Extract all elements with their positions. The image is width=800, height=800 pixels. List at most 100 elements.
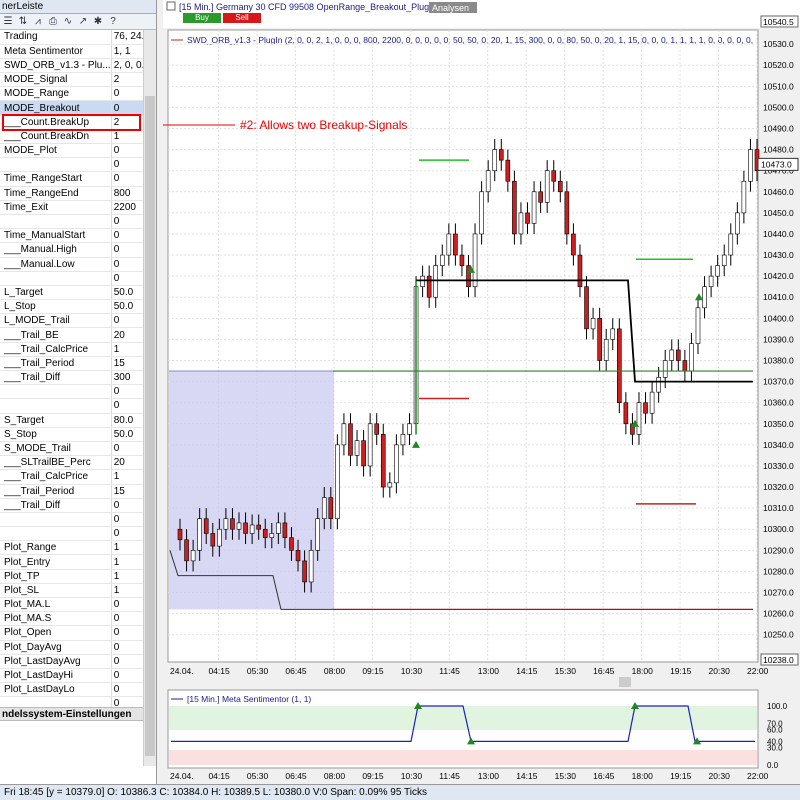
property-row[interactable]: Plot_MA.S 0 (0, 611, 150, 627)
property-row[interactable]: Plot_MA.L 0 (0, 597, 150, 613)
property-row[interactable]: Time_ManualStart 0 (0, 228, 150, 244)
sell-button[interactable]: Sell (223, 13, 261, 23)
property-row[interactable]: Plot_LastDayLo 0 (0, 682, 150, 698)
property-row[interactable]: Plot_TP 1 (0, 569, 150, 584)
property-row[interactable]: ___Trail_Period 15 (0, 484, 150, 499)
property-row[interactable]: ___SLTrailBE_Perc 20 (0, 455, 150, 471)
sub-y-label: 60.0 (767, 726, 783, 735)
property-row[interactable]: MODE_Plot 0 (0, 143, 150, 159)
property-row[interactable]: S_Stop 50.0 (0, 427, 150, 442)
candle-body (728, 233, 734, 256)
candle-body (420, 275, 425, 287)
price-label: 10270.0 (763, 588, 794, 598)
sort-icon[interactable]: ⇅ (17, 16, 29, 28)
sub-time-label: 05:30 (247, 771, 269, 781)
candle-body (341, 423, 347, 446)
property-row[interactable]: 0 (0, 512, 150, 528)
property-name: Plot_MA.S (0, 611, 112, 627)
property-row[interactable]: 0 (0, 526, 150, 542)
property-grid: Trading 76, 24... Meta Sentimentor 1, 1 SWD_… (0, 30, 150, 712)
sub-time-label: 24.04. (170, 771, 194, 781)
annotation-text: #2: Allows two Breakup-Signals (240, 118, 408, 132)
candle-body (243, 522, 248, 534)
candle-body (282, 522, 288, 538)
property-row[interactable]: ___Trail_Period 15 (0, 356, 150, 372)
property-name: ___Trail_Diff (0, 498, 112, 513)
property-row[interactable]: ___Trail_CalcPrice 1 (0, 469, 150, 485)
candle-body (610, 328, 616, 340)
property-name: L_Stop (0, 299, 112, 315)
property-name: L_MODE_Trail (0, 313, 112, 329)
sub-time-label: 08:00 (324, 771, 346, 781)
property-row[interactable]: ___Trail_CalcPrice 1 (0, 342, 150, 357)
property-row[interactable]: S_Target 80.0 (0, 413, 150, 428)
sub-time-label: 09:15 (362, 771, 384, 781)
time-label: 08:00 (324, 666, 346, 676)
property-row[interactable]: 0 (0, 398, 150, 414)
indicator-icon[interactable]: ↗ (77, 16, 89, 28)
sub-time-label: 06:45 (285, 771, 307, 781)
property-row[interactable]: S_MODE_Trail 0 (0, 441, 150, 457)
property-name: Plot_LastDayLo (0, 682, 112, 698)
property-row[interactable]: 0 (0, 157, 150, 173)
sub-time-label: 20:30 (709, 771, 731, 781)
candle-body (276, 522, 281, 534)
candle-body (361, 440, 366, 467)
candle-body (394, 444, 399, 484)
property-row[interactable]: ___Count.BreakDn 1 (0, 129, 150, 145)
candle-body (695, 307, 701, 344)
property-row[interactable]: Plot_Range 1 (0, 540, 150, 556)
property-row[interactable]: Plot_SL 1 (0, 583, 150, 599)
property-row[interactable]: 0 (0, 271, 150, 286)
property-row[interactable]: ___Manual.High 0 (0, 242, 150, 258)
property-row[interactable]: MODE_Breakout 0 (0, 100, 150, 116)
time-label: 11:45 (439, 666, 460, 676)
property-row[interactable]: Plot_DayAvg 0 (0, 640, 150, 655)
property-row[interactable]: Plot_Entry 1 (0, 554, 150, 570)
list-icon[interactable]: ☰ (2, 16, 14, 28)
scrollbar-thumb[interactable] (145, 96, 155, 756)
property-row[interactable]: MODE_Range 0 (0, 86, 150, 102)
candle-body (603, 339, 609, 361)
property-row[interactable]: L_Target 50.0 (0, 285, 150, 301)
candle-body (223, 518, 229, 530)
property-row[interactable]: Plot_LastDayHi 0 (0, 668, 150, 684)
candle-body (335, 444, 340, 519)
property-row[interactable]: ___Trail_Diff 0 (0, 498, 150, 513)
property-row[interactable]: 0 (0, 214, 150, 230)
property-row[interactable]: Time_RangeStart 0 (0, 171, 150, 187)
price-label: 10540.5 (763, 17, 794, 27)
property-row[interactable]: Meta Sentimentor 1, 1 (0, 44, 150, 59)
candle-body (315, 518, 320, 551)
time-label: 15:30 (555, 666, 577, 676)
panel-scrollbar[interactable] (143, 30, 156, 766)
buy-button[interactable]: Buy (183, 13, 221, 23)
property-row[interactable]: ___Trail_BE 20 (0, 327, 150, 343)
candle-body (492, 149, 498, 171)
candle-body (649, 391, 655, 414)
property-row[interactable]: Plot_Open 0 (0, 625, 150, 641)
property-row[interactable]: Time_Exit 2200 (0, 200, 150, 215)
property-row[interactable]: Trading 76, 24... (0, 30, 150, 45)
chart-icon[interactable]: ⩘ (32, 16, 44, 28)
property-row[interactable]: Plot_LastDayAvg 0 (0, 654, 150, 669)
property-row[interactable]: SWD_ORB_v1.3 - Plu... 2, 0, 0... (0, 58, 150, 74)
property-row[interactable]: ___Trail_Diff 300 (0, 370, 150, 386)
property-name: S_Stop (0, 427, 112, 442)
line-icon[interactable]: ∿ (62, 16, 74, 28)
property-name: ___Manual.Low (0, 257, 112, 272)
property-row[interactable]: ___Manual.Low 0 (0, 257, 150, 272)
property-name: Time_RangeStart (0, 171, 112, 187)
print-icon[interactable]: ⎙ (47, 16, 59, 28)
property-row[interactable]: L_Stop 50.0 (0, 299, 150, 315)
property-row[interactable]: 0 (0, 384, 150, 400)
candle-body (328, 497, 334, 519)
sub-time-label: 10:30 (401, 771, 423, 781)
help-icon[interactable]: ? (107, 16, 119, 28)
property-row[interactable]: MODE_Signal 2 (0, 72, 150, 88)
sub-band-upper (169, 706, 757, 730)
property-name: ___Trail_Diff (0, 370, 112, 386)
settings-icon[interactable]: ✱ (92, 16, 104, 28)
property-row[interactable]: L_MODE_Trail 0 (0, 313, 150, 329)
property-row[interactable]: Time_RangeEnd 800 (0, 186, 150, 201)
